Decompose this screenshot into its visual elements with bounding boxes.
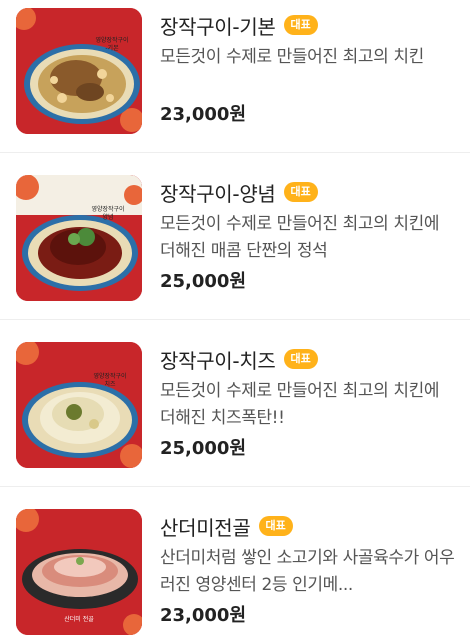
divider (0, 486, 470, 487)
divider (0, 319, 470, 320)
image-caption-line1: 영양장작구이 (95, 36, 128, 44)
representative-badge: 대표 (283, 15, 318, 35)
representative-badge: 대표 (283, 182, 318, 202)
menu-list: 영양장작구이 -기본 장작구이-기본 대표 모든것이 수제로 만들어진 최고의 … (0, 0, 470, 643)
menu-item-price: 23,000원 (160, 605, 247, 626)
image-caption-line2: 양념 (102, 213, 113, 221)
menu-item-title-row: 산더미전골 대표 (160, 511, 293, 541)
cheese-chicken-plate-icon: 영양장작구이 치즈 (16, 342, 142, 468)
menu-item-image[interactable]: 영양장작구이 양념 (16, 175, 142, 301)
menu-item-jangjak-yangnyeom[interactable]: 영양장작구이 양념 장작구이-양념 대표 모든것이 수제로 만들어진 최고의 치… (0, 167, 470, 334)
menu-item-title-row: 장작구이-치즈 대표 (160, 344, 318, 374)
spicy-chicken-plate-icon: 영양장작구이 양념 (16, 175, 142, 301)
representative-badge: 대표 (283, 349, 318, 369)
menu-item-title: 장작구이-치즈 (160, 348, 276, 373)
menu-item-jangjak-basic[interactable]: 영양장작구이 -기본 장작구이-기본 대표 모든것이 수제로 만들어진 최고의 … (0, 0, 470, 167)
image-caption-line1: 영양장작구이 (93, 372, 126, 380)
menu-item-price: 25,000원 (160, 271, 247, 292)
menu-item-price: 23,000원 (160, 104, 247, 125)
divider (0, 152, 470, 153)
menu-item-title-row: 장작구이-양념 대표 (160, 177, 318, 207)
menu-item-description: 모든것이 수제로 만들어진 최고의 치킨에 더해진 매콤 단짠의 정석 (160, 214, 440, 261)
menu-item-price: 25,000원 (160, 438, 247, 459)
menu-item-description: 산더미처럼 쌓인 소고기와 사골육수가 어우러진 영양센터 2등 인기메... (160, 548, 455, 595)
menu-item-description: 모든것이 수제로 만들어진 최고의 치킨에 더해진 치즈폭탄!! (160, 381, 440, 428)
menu-item-sandeomi-jeongol[interactable]: 산더미 전골 산더미전골 대표 산더미처럼 쌓인 소고기와 사골육수가 어우러진… (0, 501, 470, 643)
roast-chicken-plate-icon: 영양장작구이 -기본 (16, 8, 142, 134)
menu-item-image[interactable]: 산더미 전골 (16, 509, 142, 635)
menu-item-title: 장작구이-양념 (160, 181, 276, 206)
representative-badge: 대표 (258, 516, 293, 536)
menu-item-image[interactable]: 영양장작구이 -기본 (16, 8, 142, 134)
image-caption-line2: -기본 (105, 44, 119, 52)
hotpot-icon: 산더미 전골 (16, 509, 142, 635)
menu-item-image[interactable]: 영양장작구이 치즈 (16, 342, 142, 468)
image-caption-line1: 산더미 전골 (64, 615, 94, 623)
menu-item-title: 장작구이-기본 (160, 14, 276, 39)
menu-item-description: 모든것이 수제로 만들어진 최고의 치킨 (160, 47, 424, 67)
image-caption-line1: 영양장작구이 (91, 205, 124, 213)
menu-item-jangjak-cheese[interactable]: 영양장작구이 치즈 장작구이-치즈 대표 모든것이 수제로 만들어진 최고의 치… (0, 334, 470, 501)
image-caption-line2: 치즈 (104, 380, 116, 388)
menu-item-title: 산더미전골 (160, 515, 251, 540)
menu-item-title-row: 장작구이-기본 대표 (160, 10, 318, 40)
